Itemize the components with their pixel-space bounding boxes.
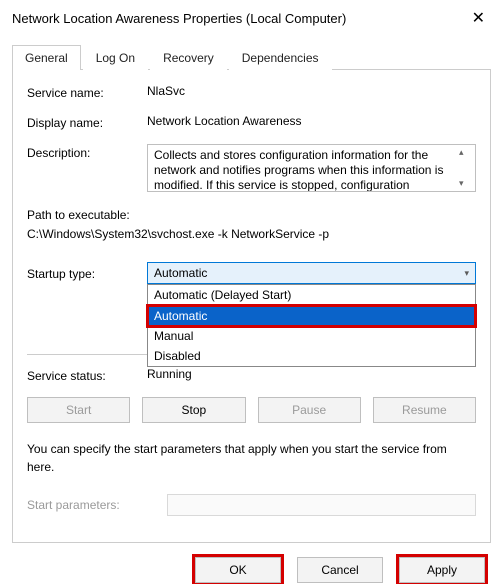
display-name-label: Display name: [27, 114, 147, 130]
resume-button: Resume [373, 397, 476, 423]
path-label: Path to executable: [27, 206, 476, 225]
dialog-footer: OK Cancel Apply [0, 543, 503, 583]
ok-button[interactable]: OK [195, 557, 281, 583]
tab-recovery[interactable]: Recovery [150, 45, 227, 70]
option-automatic[interactable]: Automatic [148, 306, 475, 326]
chevron-up-icon[interactable]: ▴ [459, 147, 473, 158]
startup-type-value: Automatic [154, 266, 207, 280]
tab-row: General Log On Recovery Dependencies [12, 44, 491, 70]
chevron-down-icon: ▾ [464, 268, 469, 279]
pause-button: Pause [258, 397, 361, 423]
path-value: C:\Windows\System32\svchost.exe -k Netwo… [27, 225, 476, 244]
startup-type-select[interactable]: Automatic ▾ [147, 262, 476, 284]
display-name-value: Network Location Awareness [147, 114, 476, 128]
tab-log-on[interactable]: Log On [83, 45, 148, 70]
tab-general[interactable]: General [12, 45, 81, 70]
titlebar: Network Location Awareness Properties (L… [0, 0, 503, 34]
start-params-input [167, 494, 476, 516]
startup-type-label: Startup type: [27, 265, 147, 281]
start-button: Start [27, 397, 130, 423]
service-status-value: Running [147, 367, 192, 383]
tab-dependencies[interactable]: Dependencies [229, 45, 332, 70]
close-icon[interactable]: ✕ [466, 8, 491, 28]
service-name-label: Service name: [27, 84, 147, 100]
start-params-hint: You can specify the start parameters tha… [27, 441, 476, 476]
start-params-label: Start parameters: [27, 498, 167, 512]
window-title: Network Location Awareness Properties (L… [12, 11, 346, 26]
general-panel: Service name: NlaSvc Display name: Netwo… [12, 70, 491, 543]
startup-type-dropdown: Automatic (Delayed Start) Automatic Manu… [147, 284, 476, 367]
option-manual[interactable]: Manual [148, 326, 475, 346]
description-box: Collects and stores configuration inform… [147, 144, 476, 192]
description-text: Collects and stores configuration inform… [154, 148, 443, 192]
chevron-down-icon[interactable]: ▾ [459, 178, 473, 189]
service-status-label: Service status: [27, 367, 147, 383]
description-scrollbar[interactable]: ▴ ▾ [459, 147, 473, 189]
cancel-button[interactable]: Cancel [297, 557, 383, 583]
option-disabled[interactable]: Disabled [148, 346, 475, 366]
option-automatic-delayed[interactable]: Automatic (Delayed Start) [148, 285, 475, 305]
service-name-value: NlaSvc [147, 84, 476, 98]
apply-button[interactable]: Apply [399, 557, 485, 583]
stop-button[interactable]: Stop [142, 397, 245, 423]
description-label: Description: [27, 144, 147, 160]
